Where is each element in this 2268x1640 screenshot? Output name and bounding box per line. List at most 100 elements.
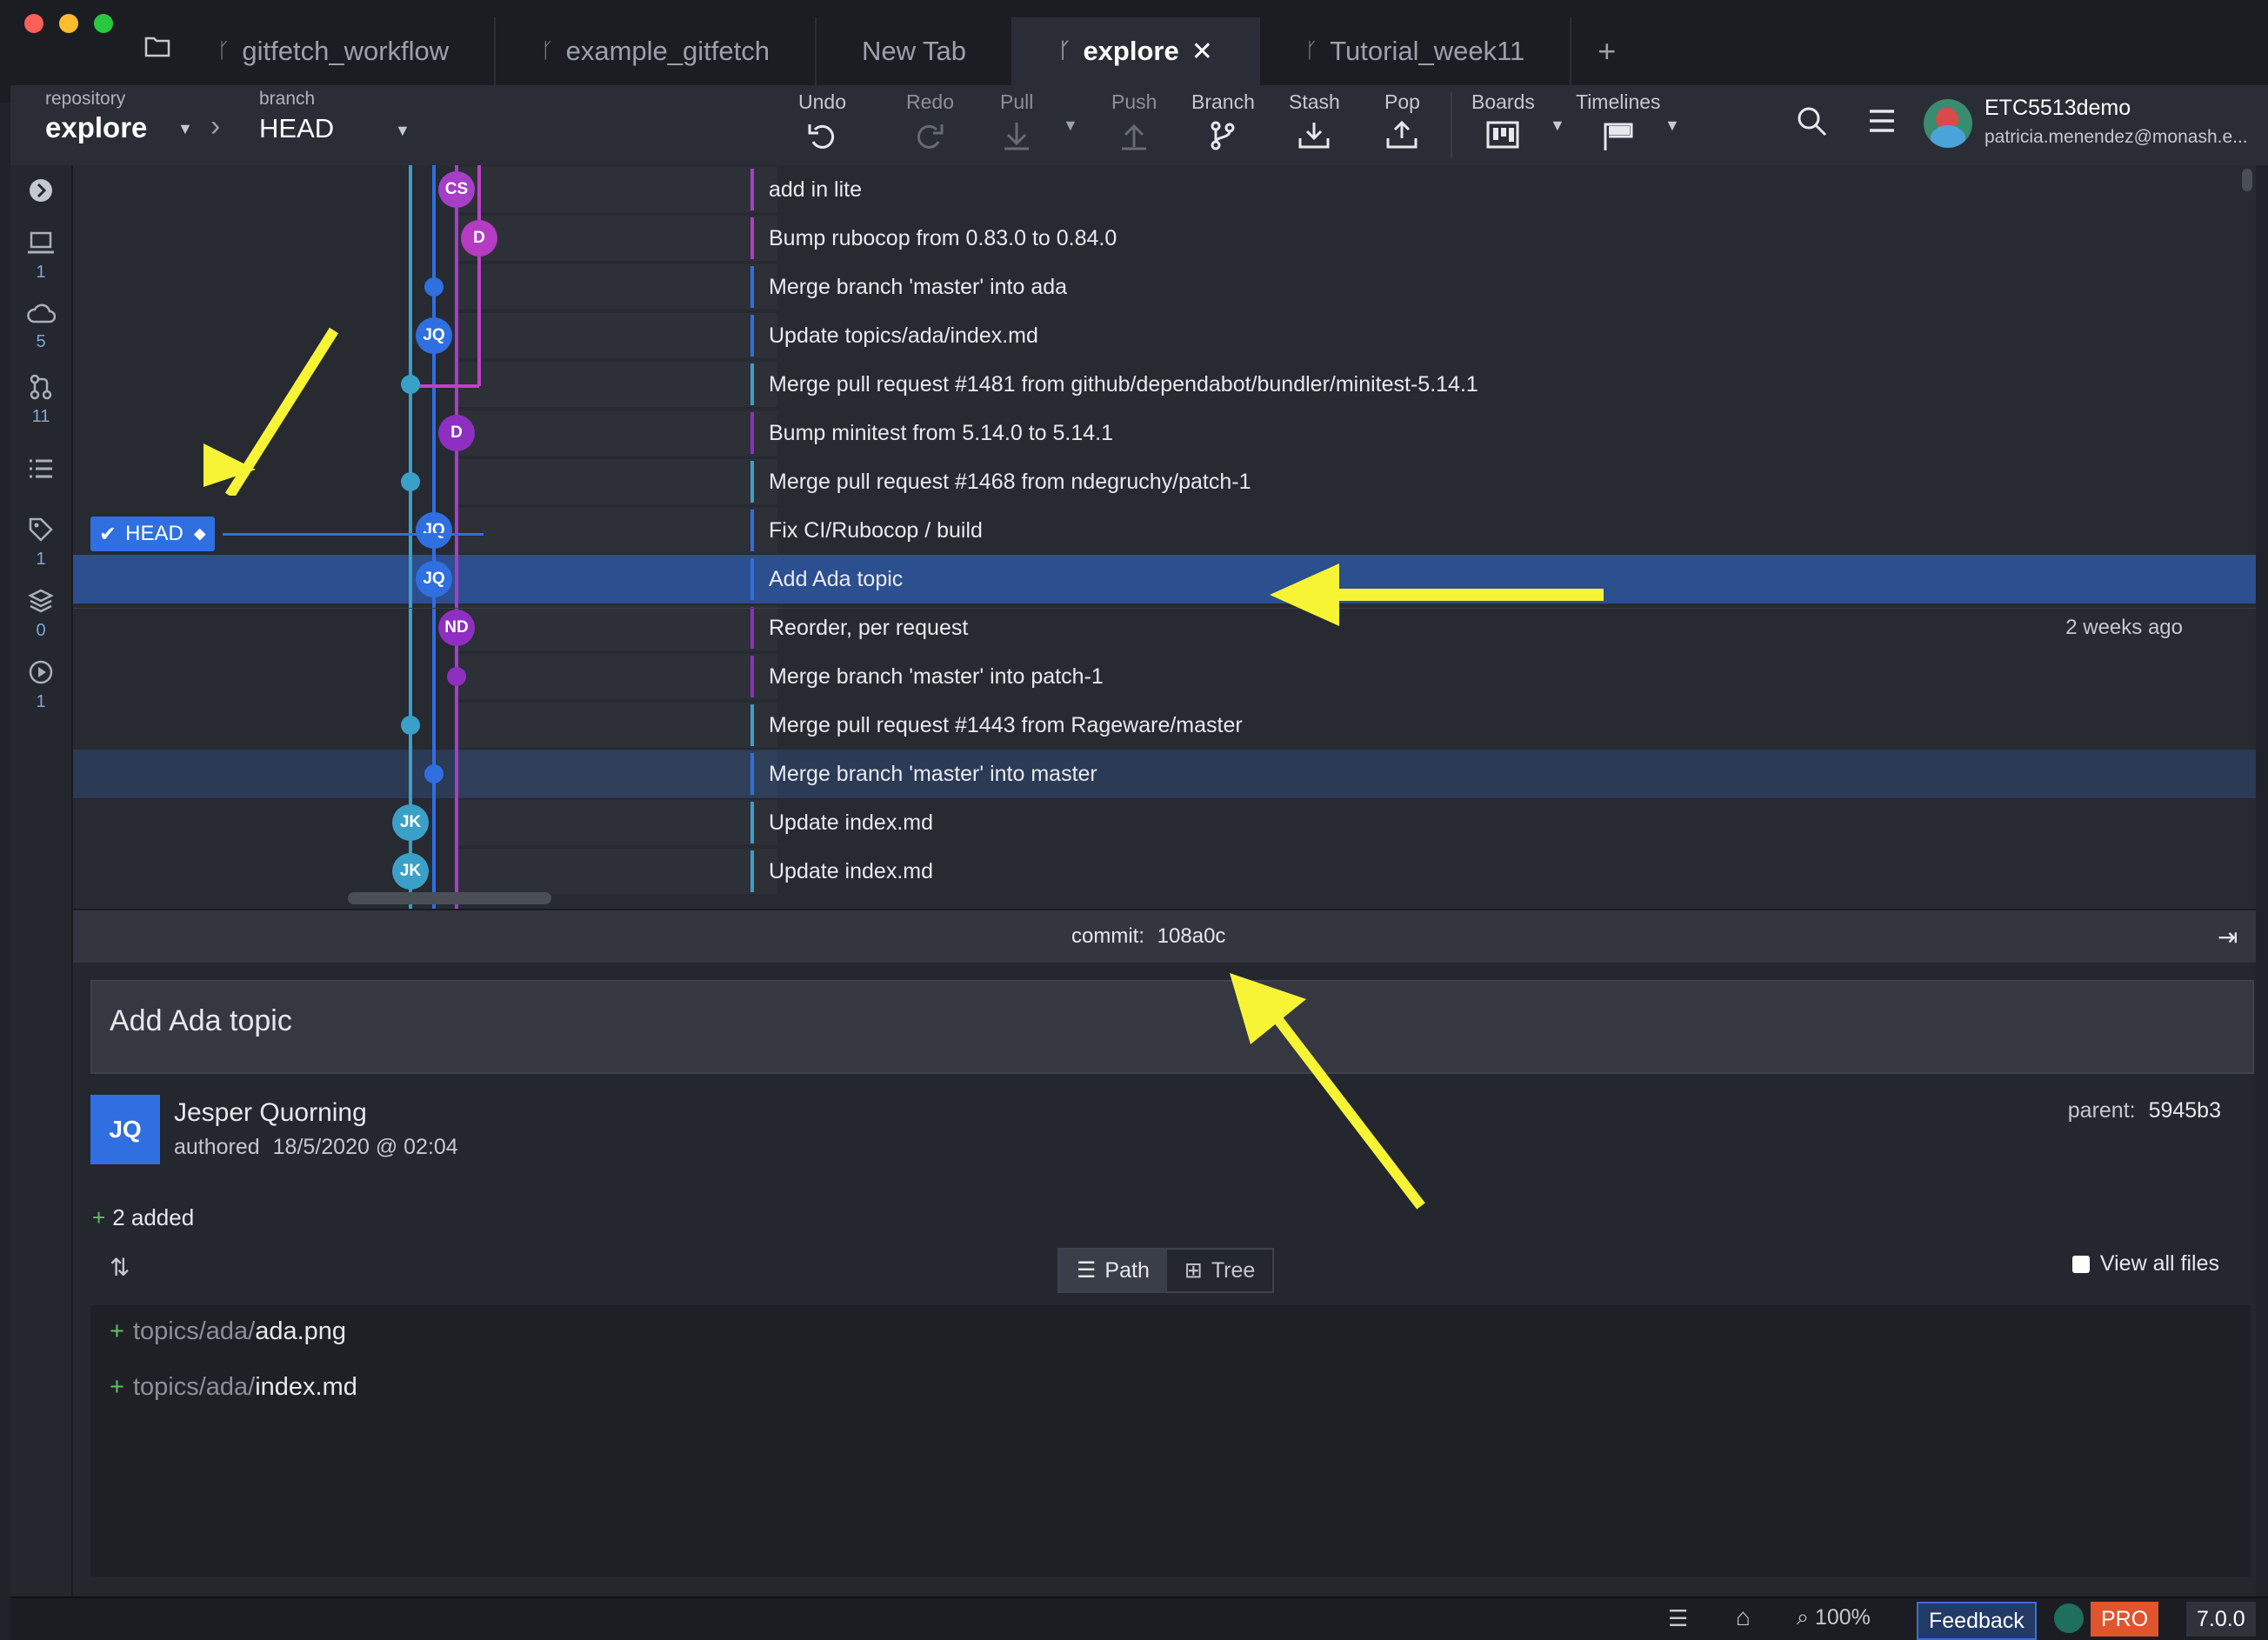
commit-author-avatar[interactable]: JQ	[416, 561, 452, 597]
play-circle-icon	[29, 660, 53, 684]
expand-panel-button[interactable]	[10, 177, 71, 209]
close-window-button[interactable]	[24, 14, 43, 33]
file-row[interactable]: + topics/ada/index.md	[110, 1373, 357, 1402]
tab-example-gitfetch[interactable]: ᚴ example_gitfetch	[496, 17, 817, 85]
sidebar-item-tags[interactable]: 1	[10, 517, 71, 570]
new-tab-plus-icon[interactable]: +	[1571, 17, 1642, 85]
sidebar-item-stashes[interactable]: 0	[10, 588, 71, 641]
tab-tutorial-week11[interactable]: ᚴ Tutorial_week11	[1260, 17, 1572, 85]
repository-dropdown-icon[interactable]: ▼	[177, 120, 193, 138]
tab-explore[interactable]: ᚴ explore ✕	[1013, 17, 1260, 85]
tab-gitfetch-workflow[interactable]: ᚴ gitfetch_workflow	[122, 17, 497, 85]
vertical-scrollbar[interactable]	[2242, 169, 2252, 191]
pull-request-icon	[30, 374, 52, 400]
branch-button[interactable]: Branch	[1191, 85, 1255, 165]
head-ref-label[interactable]: ✔ HEAD ⬥	[90, 517, 215, 551]
commit-author-avatar[interactable]: JK	[392, 804, 429, 841]
minimize-window-button[interactable]	[59, 14, 78, 33]
merge-commit-dot[interactable]	[401, 716, 420, 735]
annotation-arrow-sha	[1230, 973, 1425, 1210]
account-name[interactable]: ETC5513demo	[1984, 96, 2131, 121]
merge-commit-dot[interactable]	[401, 375, 420, 394]
sort-icon[interactable]: ⇅	[110, 1253, 130, 1282]
commit-author-avatar[interactable]: CS	[438, 171, 475, 208]
commit-author-avatar[interactable]: JQ	[416, 512, 452, 549]
sidebar-item-pull-requests[interactable]: 11	[10, 374, 71, 427]
tab-label: gitfetch_workflow	[242, 36, 450, 66]
commit-author-avatar[interactable]: JK	[392, 853, 429, 890]
toolbar-divider	[1451, 92, 1452, 158]
check-icon: ✔	[99, 522, 117, 546]
stash-button[interactable]: Stash	[1289, 85, 1340, 165]
branch-selector[interactable]: HEAD	[259, 113, 334, 144]
undo-button[interactable]: Undo	[798, 85, 846, 165]
pull-options-dropdown-icon[interactable]: ▼	[1063, 117, 1078, 135]
sidebar-item-issues[interactable]	[10, 457, 71, 485]
view-all-files-toggle[interactable]: View all files	[2071, 1251, 2219, 1277]
layers-icon	[28, 589, 54, 613]
redo-icon	[917, 124, 944, 149]
commit-sha[interactable]: 108a0c	[1157, 924, 1226, 948]
menu-hamburger-icon[interactable]	[1868, 108, 1896, 138]
status-bar: ☰ ⌂ ⌕ 100% Feedback PRO 7.0.0	[10, 1597, 2268, 1640]
pop-icon	[1386, 121, 1418, 149]
zoom-control[interactable]: ⌕ 100%	[1797, 1605, 1871, 1630]
redo-button[interactable]: Redo	[906, 85, 954, 165]
activity-list-icon[interactable]: ☰	[1668, 1605, 1688, 1632]
collapse-panel-icon[interactable]: ⇥	[2218, 923, 2238, 951]
horizontal-scrollbar[interactable]	[348, 892, 551, 904]
head-connector-line	[223, 533, 484, 536]
boards-dropdown-icon[interactable]: ▼	[1550, 117, 1565, 135]
view-all-files-checkbox[interactable]	[2071, 1255, 2090, 1273]
parent-info: parent: 5945b3	[2067, 1098, 2221, 1123]
merge-commit-dot[interactable]	[424, 764, 444, 783]
maximize-window-button[interactable]	[94, 14, 113, 33]
boards-button[interactable]: Boards	[1471, 85, 1535, 165]
close-tab-icon[interactable]: ✕	[1191, 37, 1213, 67]
commit-author-avatar[interactable]: D	[438, 415, 475, 451]
sidebar-item-local[interactable]: 1	[10, 231, 71, 283]
commit-detail-panel: Add Ada topic JQ Jesper Quorning authore…	[73, 963, 2256, 1597]
timelines-button[interactable]: Timelines	[1576, 85, 1661, 165]
tree-view-button[interactable]: ⊞ Tree	[1167, 1250, 1272, 1291]
gift-icon[interactable]: ⌂	[1736, 1603, 1751, 1631]
tab-new-tab[interactable]: New Tab	[817, 17, 1014, 85]
zoom-icon: ⌕	[1797, 1605, 1810, 1630]
commit-title: Add Ada topic	[110, 1004, 292, 1037]
user-avatar[interactable]	[1924, 99, 1972, 148]
branch-label: branch	[259, 89, 316, 109]
push-button[interactable]: Push	[1111, 85, 1157, 165]
file-added-icon: +	[110, 1317, 124, 1345]
path-view-button[interactable]: ☰ Path	[1059, 1250, 1167, 1291]
view-toggle: ☰ Path ⊞ Tree	[1057, 1248, 1275, 1293]
commit-author-avatar[interactable]: ND	[438, 610, 475, 646]
annotation-arrow-commit	[1270, 563, 1604, 626]
sidebar-item-actions[interactable]: 1	[10, 659, 71, 712]
feedback-button[interactable]: Feedback	[1917, 1602, 2037, 1640]
search-icon[interactable]	[1797, 106, 1828, 142]
pop-button[interactable]: Pop	[1384, 85, 1420, 165]
head-divider	[73, 608, 2256, 609]
sidebar-item-remote[interactable]: 5	[10, 303, 71, 352]
timelines-dropdown-icon[interactable]: ▼	[1664, 117, 1680, 135]
breadcrumb-chevron-icon: ›	[210, 110, 221, 143]
merge-commit-dot[interactable]	[401, 472, 420, 491]
commit-title-box[interactable]: Add Ada topic	[90, 980, 2254, 1074]
commit-author-avatar[interactable]: JQ	[416, 317, 452, 354]
push-icon	[1122, 123, 1147, 150]
tag-icon	[29, 517, 53, 542]
merge-commit-dot[interactable]	[447, 667, 466, 686]
account-email: patricia.menendez@monash.e...	[1984, 127, 2248, 147]
annotation-arrow-head	[203, 327, 339, 496]
pro-badge[interactable]: PRO	[2091, 1602, 2159, 1637]
pull-button[interactable]: Pull	[1000, 85, 1033, 165]
branch-dropdown-icon[interactable]: ▼	[395, 122, 410, 140]
file-row[interactable]: + topics/ada/ada.png	[110, 1317, 346, 1346]
parent-sha[interactable]: 5945b3	[2149, 1098, 2221, 1123]
version-label: 7.0.0	[2186, 1602, 2256, 1637]
merge-commit-dot[interactable]	[424, 277, 444, 297]
commit-author-avatar[interactable]: D	[461, 220, 497, 257]
branch-icon: ᚴ	[1058, 39, 1071, 63]
repository-selector[interactable]: explore	[45, 111, 147, 144]
authored-info: authored 18/5/2020 @ 02:04	[174, 1135, 458, 1159]
